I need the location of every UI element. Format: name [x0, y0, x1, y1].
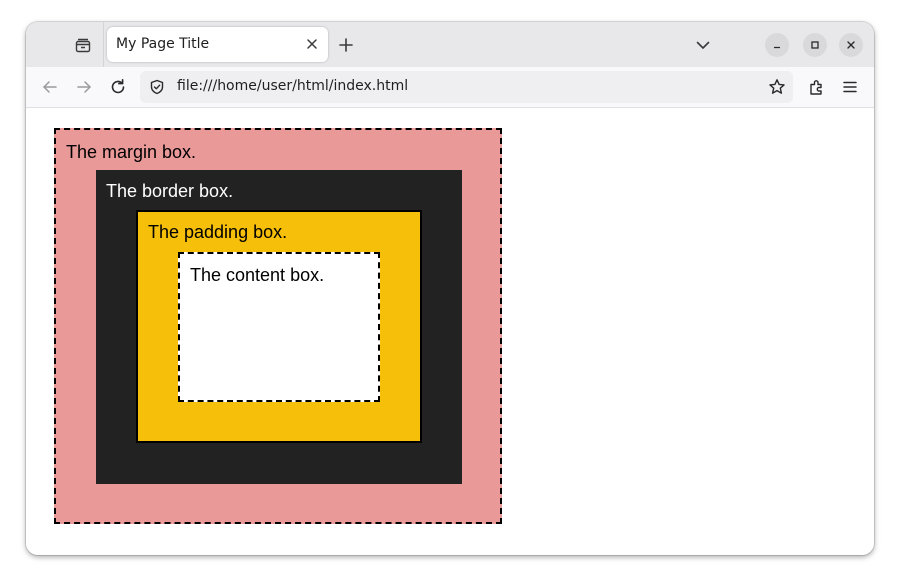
page-viewport: The margin box. The border box. The padd…: [26, 108, 874, 555]
tab-separator: [103, 22, 104, 67]
content-box-label: The content box.: [190, 265, 325, 285]
shield-icon[interactable]: [148, 78, 166, 96]
maximize-icon[interactable]: [803, 33, 827, 57]
tab-title: My Page Title: [116, 36, 210, 52]
close-icon[interactable]: [303, 35, 321, 53]
puzzle-icon[interactable]: [805, 75, 829, 99]
content-box: The content box.: [178, 252, 380, 402]
border-box: The border box. The padding box. The con…: [96, 170, 462, 484]
hamburger-menu-icon[interactable]: [838, 75, 862, 99]
border-box-label: The border box.: [106, 181, 234, 201]
padding-box: The padding box. The content box.: [136, 210, 422, 443]
star-icon[interactable]: [767, 77, 787, 97]
tab-bar: My Page Title: [26, 22, 874, 67]
close-icon[interactable]: [839, 33, 863, 57]
tab-my-page-title[interactable]: My Page Title: [107, 27, 328, 62]
padding-box-label: The padding box.: [148, 222, 288, 242]
browser-window: My Page Title file:///home/user/html/ind…: [26, 22, 874, 555]
chevron-down-icon[interactable]: [692, 34, 714, 56]
minimize-icon[interactable]: [765, 33, 789, 57]
arrow-right-icon[interactable]: [72, 75, 96, 99]
url-text[interactable]: file:///home/user/html/index.html: [177, 78, 408, 94]
margin-box-label: The margin box.: [66, 142, 197, 162]
plus-icon[interactable]: [335, 34, 357, 56]
margin-box: The margin box. The border box. The padd…: [54, 128, 502, 524]
reload-icon[interactable]: [106, 75, 130, 99]
arrow-left-icon[interactable]: [38, 75, 62, 99]
tab-list-icon[interactable]: [70, 33, 96, 59]
navigation-toolbar: file:///home/user/html/index.html: [26, 67, 874, 108]
address-bar[interactable]: file:///home/user/html/index.html: [140, 71, 793, 103]
